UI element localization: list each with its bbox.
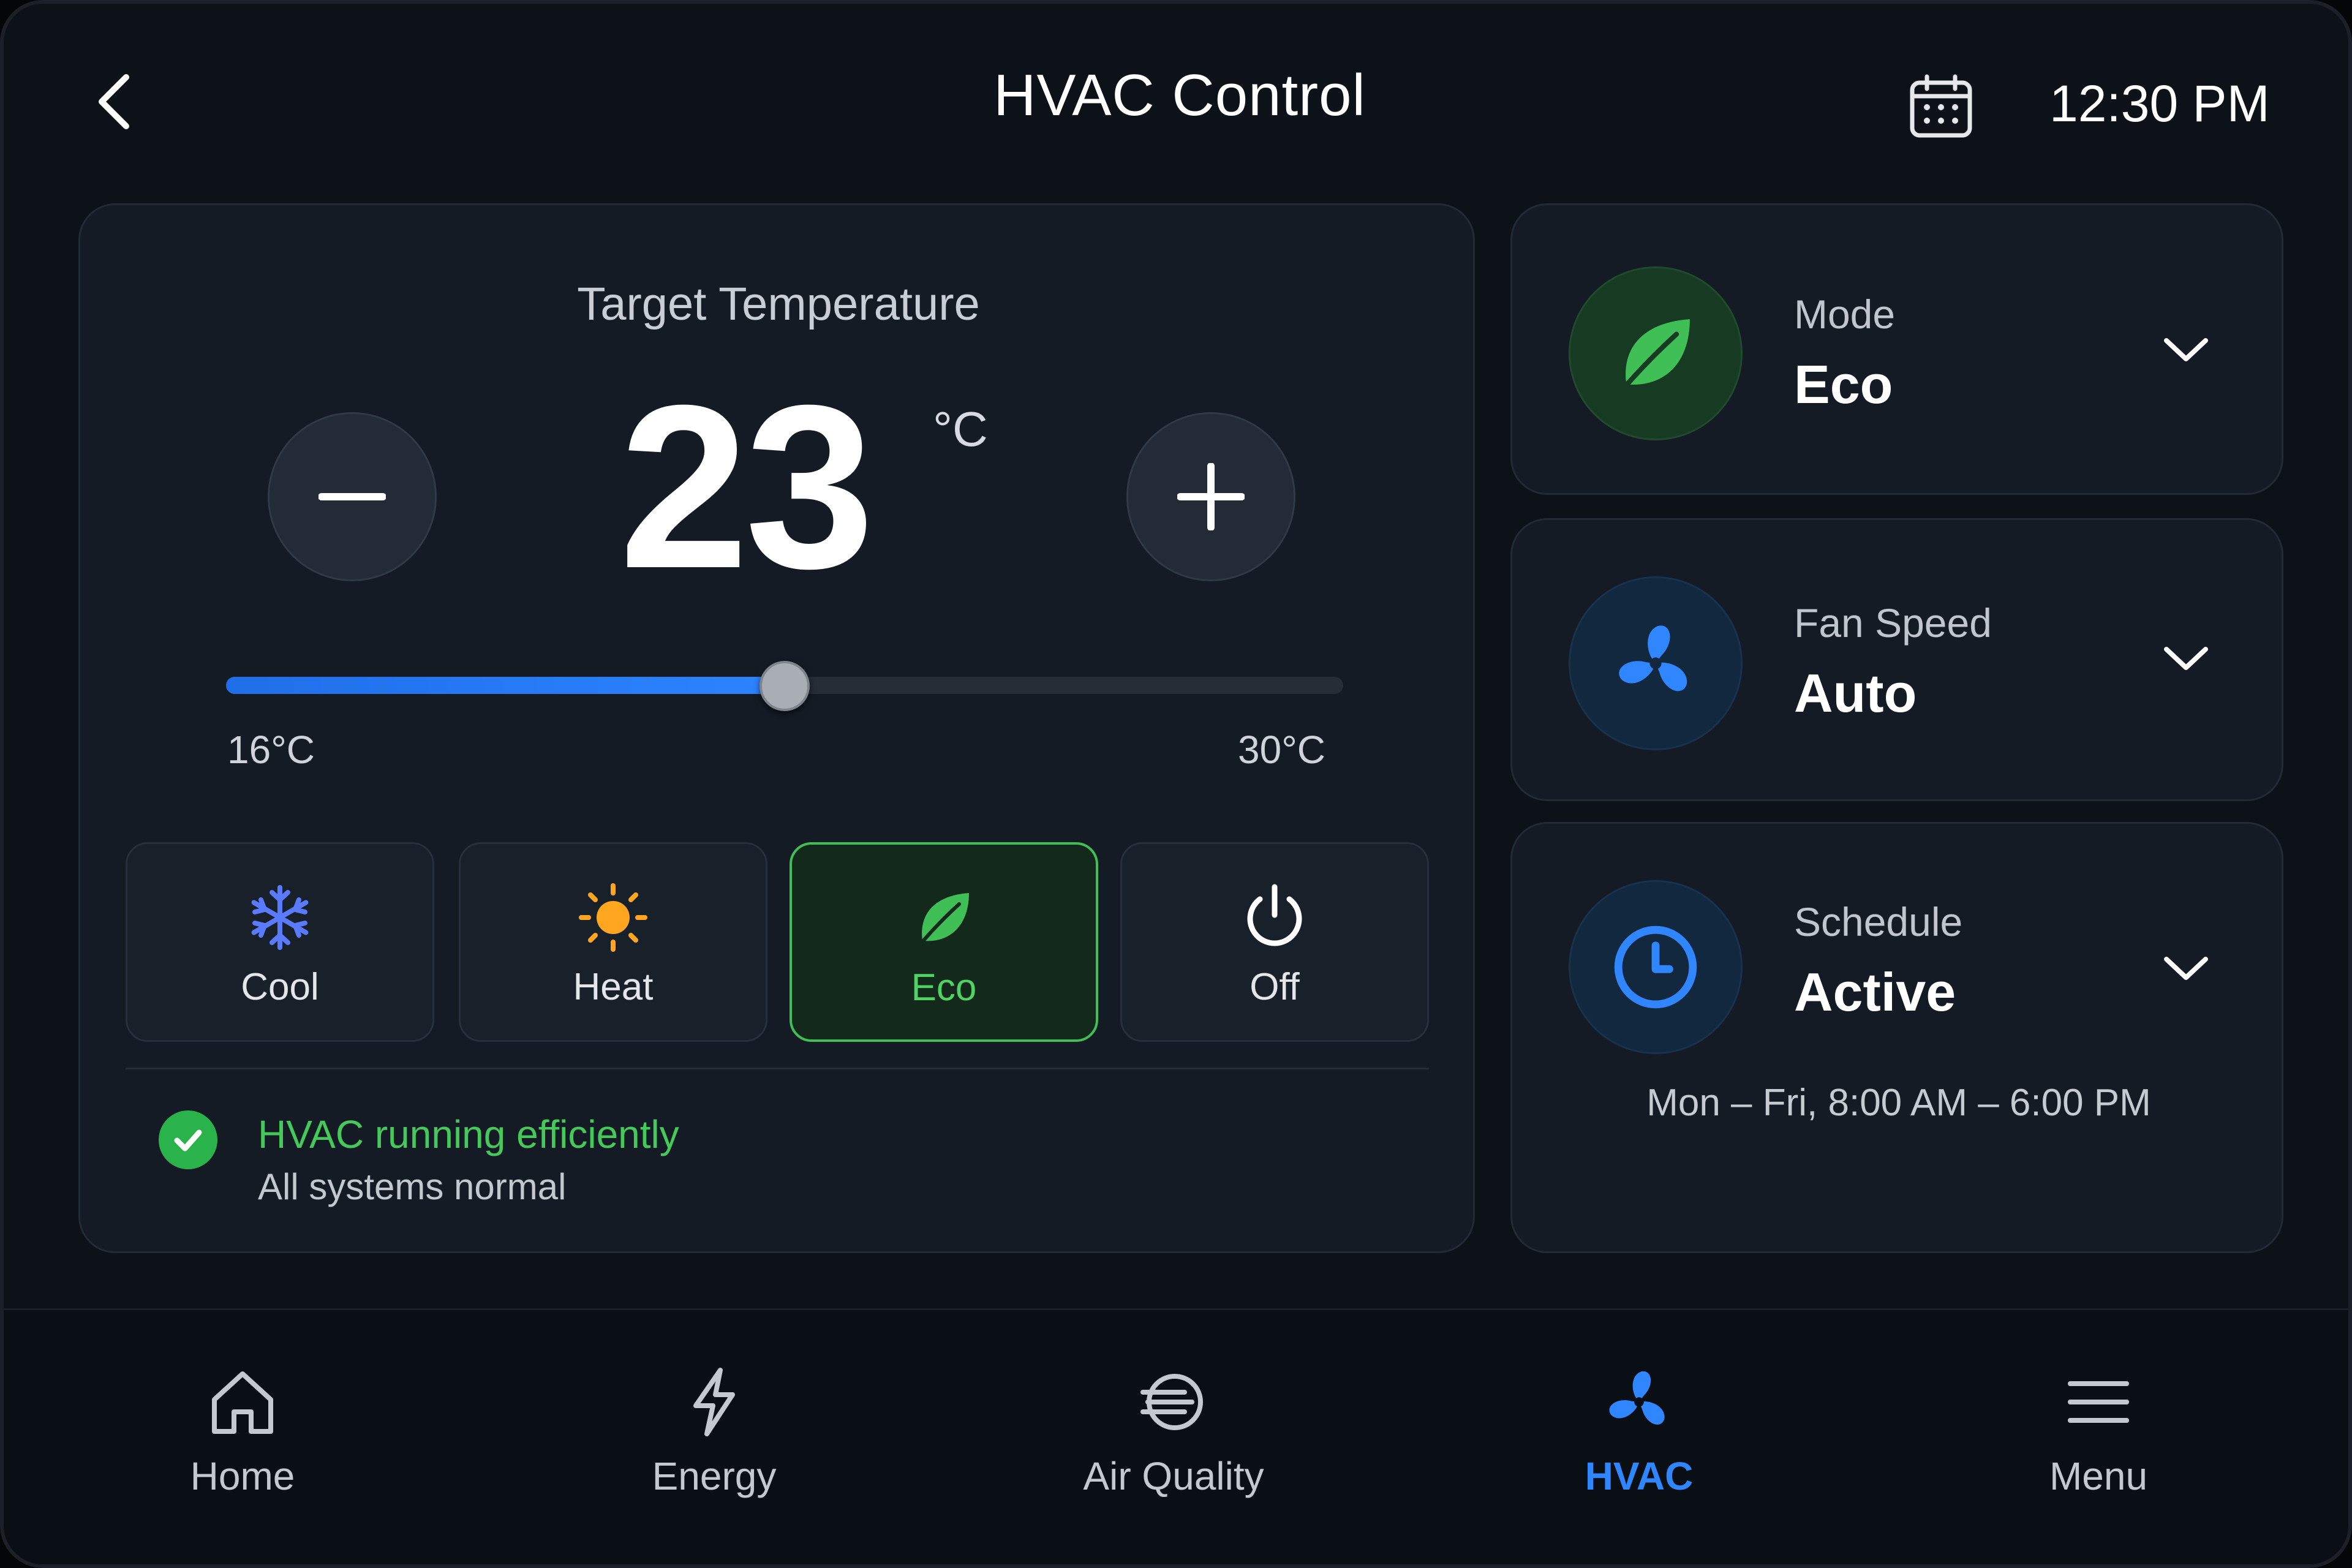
nav-home-label: Home [190, 1454, 295, 1498]
chevron-down-icon [2164, 338, 2208, 361]
nav-energy-label: Energy [652, 1454, 777, 1498]
mode-off-button[interactable]: Off [1120, 842, 1429, 1042]
chevron-down-icon [2164, 647, 2208, 670]
clock: 12:30 PM [2049, 75, 2270, 132]
mode-heat-label: Heat [573, 966, 654, 1008]
fan-speed-value: Auto [1794, 663, 1917, 723]
nav-air-quality[interactable]: Air Quality [1020, 1359, 1327, 1531]
fan-speed-card[interactable]: Fan Speed Auto [1510, 518, 2283, 801]
leaf-icon [919, 893, 969, 945]
status-subtitle: All systems normal [258, 1166, 567, 1207]
nav-home[interactable]: Home [89, 1359, 396, 1531]
menu-icon [2068, 1381, 2129, 1423]
nav-hvac-label: HVAC [1585, 1454, 1694, 1498]
hvac-screen: HVAC Control 12:30 PM Target Temperature… [0, 0, 2352, 1568]
nav-hvac[interactable]: HVAC [1486, 1359, 1792, 1531]
thermostat-panel: Target Temperature 23 °C 16°C 30°C Cool … [78, 203, 1475, 1253]
schedule-card-icon-circle [1569, 880, 1743, 1054]
sun-icon [579, 883, 647, 952]
schedule-label: Schedule [1794, 899, 1963, 944]
mode-cool-button[interactable]: Cool [126, 842, 434, 1042]
calendar-icon [1910, 74, 1972, 137]
bottom-navigation: Home Energy Air Quality HVAC Menu [4, 1308, 2348, 1564]
fan-card-icon-circle [1569, 576, 1743, 750]
schedule-card[interactable]: Schedule Active Mon – Fri, 8:00 AM – 6:0… [1510, 822, 2283, 1253]
mode-off-label: Off [1250, 966, 1300, 1008]
fan-speed-dropdown-toggle[interactable] [2149, 622, 2223, 695]
slider-min-label: 16°C [227, 728, 315, 772]
chevron-down-icon [2164, 957, 2208, 980]
schedule-value: Active [1794, 962, 1956, 1022]
temperature-value: 23 [619, 356, 875, 617]
check-circle-icon [159, 1110, 217, 1169]
calendar-button[interactable] [1902, 68, 1979, 145]
decrease-temperature-button[interactable] [268, 412, 437, 581]
slider-handle[interactable] [760, 661, 810, 711]
mode-card[interactable]: Mode Eco [1510, 203, 2283, 495]
mode-heat-button[interactable]: Heat [459, 842, 767, 1042]
mode-dropdown-toggle[interactable] [2149, 313, 2223, 386]
increase-temperature-button[interactable] [1126, 412, 1295, 581]
minus-icon [318, 493, 386, 500]
mode-eco-button[interactable]: Eco [790, 842, 1098, 1042]
slider-fill [226, 677, 785, 694]
nav-air-quality-label: Air Quality [1083, 1454, 1264, 1498]
nav-menu[interactable]: Menu [1945, 1359, 2252, 1531]
status-title: HVAC running efficiently [258, 1112, 679, 1156]
mode-card-label: Mode [1794, 292, 1896, 337]
schedule-detail: Mon – Fri, 8:00 AM – 6:00 PM [1646, 1082, 2151, 1124]
slider-max-label: 30°C [1238, 728, 1325, 772]
nav-energy[interactable]: Energy [561, 1359, 867, 1531]
lightning-icon [693, 1368, 735, 1436]
mode-card-icon-circle [1569, 266, 1743, 440]
mode-cool-label: Cool [241, 966, 319, 1008]
leaf-icon [1619, 319, 1690, 394]
air-quality-icon [1140, 1374, 1203, 1430]
snowflake-icon [251, 885, 309, 950]
mode-eco-label: Eco [911, 967, 977, 1009]
schedule-dropdown-toggle[interactable] [2149, 932, 2223, 1005]
page-title: HVAC Control [993, 62, 1366, 128]
plus-icon [1177, 463, 1245, 530]
temperature-unit: °C [933, 402, 988, 456]
temperature-slider[interactable] [226, 661, 1343, 711]
divider [126, 1068, 1429, 1069]
fan-icon [1619, 625, 1687, 692]
fan-icon [1609, 1371, 1665, 1425]
power-icon [1247, 884, 1302, 946]
nav-menu-label: Menu [2049, 1454, 2148, 1498]
clock-icon [1614, 925, 1697, 1009]
fan-speed-label: Fan Speed [1794, 600, 1992, 646]
target-temperature-label: Target Temperature [577, 278, 980, 330]
home-icon [212, 1371, 273, 1434]
mode-card-value: Eco [1794, 354, 1893, 415]
